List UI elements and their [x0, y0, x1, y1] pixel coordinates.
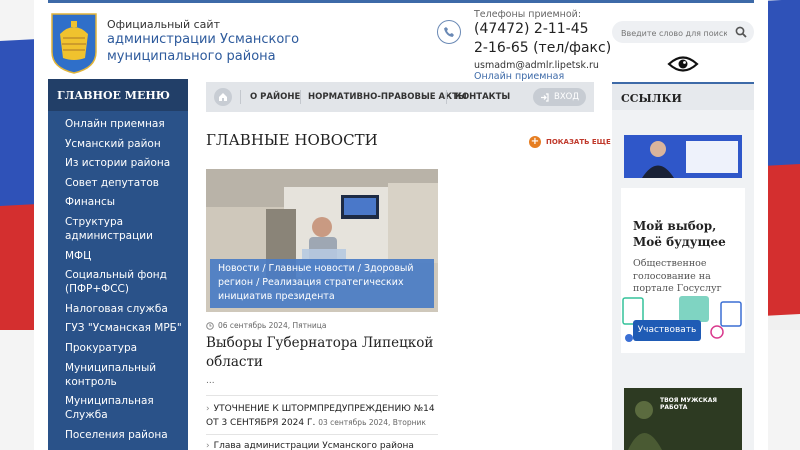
- show-more-label: ПОКАЗАТЬ ЕЩЕ: [546, 138, 611, 146]
- top-accent-line: [48, 0, 754, 3]
- featured-news-title[interactable]: Выборы Губернатора Липецкой области: [206, 334, 446, 372]
- site-title[interactable]: Официальный сайт администрации Усманског…: [107, 18, 347, 65]
- vote-banner[interactable]: Мой выбор, Моё будущее Общественное голо…: [621, 188, 745, 353]
- governor-banner-image: [624, 135, 742, 178]
- home-icon: [219, 93, 227, 101]
- sidebar-item-prosecutor[interactable]: Прокуратура: [48, 341, 188, 355]
- site-title-line2: муниципального района: [107, 49, 276, 64]
- sidebar-item-district[interactable]: Усманский район: [48, 137, 188, 151]
- links-heading: ССЫЛКИ: [612, 82, 754, 110]
- login-button[interactable]: ВХОД: [533, 88, 586, 106]
- news-item-date: 03 сентябрь 2024, Вторник: [318, 418, 426, 427]
- news-divider: [206, 434, 438, 435]
- sidebar-item-municipal-service[interactable]: Муниципальная Служба: [48, 394, 188, 422]
- page-container: Официальный сайт администрации Усманског…: [34, 0, 768, 450]
- featured-news-excerpt: ...: [206, 376, 215, 386]
- sidebar-item-history[interactable]: Из истории района: [48, 156, 188, 170]
- news-divider: [206, 395, 438, 396]
- show-more-button[interactable]: + ПОКАЗАТЬ ЕЩЕ: [529, 136, 611, 148]
- military-banner[interactable]: ТВОЯ МУЖСКАЯ РАБОТА: [624, 388, 742, 450]
- login-icon: [541, 92, 549, 102]
- featured-news-date-row: 06 сентябрь 2024, Пятница: [206, 321, 327, 330]
- online-reception-link[interactable]: Онлайн приемная: [474, 71, 654, 82]
- sidebar-item-municipal-control[interactable]: Муниципальный контроль: [48, 361, 188, 389]
- chevron-right-icon: ›: [206, 404, 210, 414]
- accessibility-eye-icon[interactable]: [667, 54, 699, 74]
- nav-item-about[interactable]: О РАЙОНЕ: [250, 92, 300, 102]
- featured-news-date: 06 сентябрь 2024, Пятница: [218, 321, 327, 330]
- contacts-label: Телефоны приемной:: [474, 9, 582, 20]
- sidebar-item-hospital[interactable]: ГУЗ "Усманская МРБ": [48, 321, 188, 335]
- plus-icon: +: [529, 136, 541, 148]
- sidebar-item-settlements[interactable]: Поселения района: [48, 428, 188, 442]
- main-menu-heading: ГЛАВНОЕ МЕНЮ: [48, 79, 188, 111]
- search-input[interactable]: [612, 22, 727, 45]
- news-section-heading: ГЛАВНЫЕ НОВОСТИ: [206, 131, 378, 149]
- contacts-block: Телефоны приемной: (47472) 2-11-45 2-16-…: [474, 9, 654, 82]
- chevron-right-icon: ›: [206, 441, 210, 450]
- coat-of-arms-logo[interactable]: [50, 12, 98, 74]
- featured-news-image[interactable]: Новости / Главные новости / Здоровый рег…: [206, 169, 438, 312]
- sidebar-item-tax[interactable]: Налоговая служба: [48, 302, 188, 316]
- region-banner[interactable]: [624, 135, 742, 178]
- sidebar-item-structure[interactable]: Структура администрации: [48, 215, 188, 243]
- site-title-line1: администрации Усманского: [107, 32, 300, 47]
- sidebar-item-online-reception[interactable]: Онлайн приемная: [48, 117, 188, 131]
- top-nav-bar: О РАЙОНЕ НОРМАТИВНО-ПРАВОВЫЕ АКТЫ КОНТАК…: [206, 82, 594, 112]
- search-box: [612, 21, 754, 45]
- featured-news-categories[interactable]: Новости / Главные новости / Здоровый рег…: [210, 259, 434, 308]
- main-menu-sidebar: ГЛАВНОЕ МЕНЮ Онлайн приемная Усманский р…: [48, 79, 188, 450]
- search-icon[interactable]: [735, 26, 747, 38]
- vote-banner-title: Мой выбор, Моё будущее: [633, 219, 726, 249]
- news-list-item[interactable]: › УТОЧНЕНИЕ К ШТОРМПРЕДУПРЕЖДЕНИЮ №14 ОТ …: [206, 402, 441, 430]
- home-button[interactable]: [214, 88, 232, 106]
- military-banner-title: ТВОЯ МУЖСКАЯ РАБОТА: [660, 397, 717, 411]
- news-item-title: Глава администрации Усманского района: [213, 441, 414, 450]
- nav-item-contacts[interactable]: КОНТАКТЫ: [455, 92, 510, 102]
- nav-item-legal-acts[interactable]: НОРМАТИВНО-ПРАВОВЫЕ АКТЫ: [308, 92, 467, 102]
- phone-icon: [437, 20, 461, 44]
- vote-banner-subtitle: Общественное голосование на портале Госу…: [633, 258, 722, 294]
- site-subtitle: Официальный сайт: [107, 18, 220, 31]
- participate-button[interactable]: Участвовать: [633, 320, 701, 341]
- sidebar-item-social-fund[interactable]: Социальный фонд (ПФР+ФСС): [48, 268, 188, 296]
- news-list-item[interactable]: › Глава администрации Усманского района: [206, 441, 441, 450]
- sidebar-item-council[interactable]: Совет депутатов: [48, 176, 188, 190]
- login-label: ВХОД: [554, 92, 579, 102]
- clock-icon: [206, 321, 214, 330]
- sidebar-item-finance[interactable]: Финансы: [48, 195, 188, 209]
- sidebar-item-mfc[interactable]: МФЦ: [48, 249, 188, 263]
- email-link[interactable]: usmadm@admlr.lipetsk.ru: [474, 60, 654, 71]
